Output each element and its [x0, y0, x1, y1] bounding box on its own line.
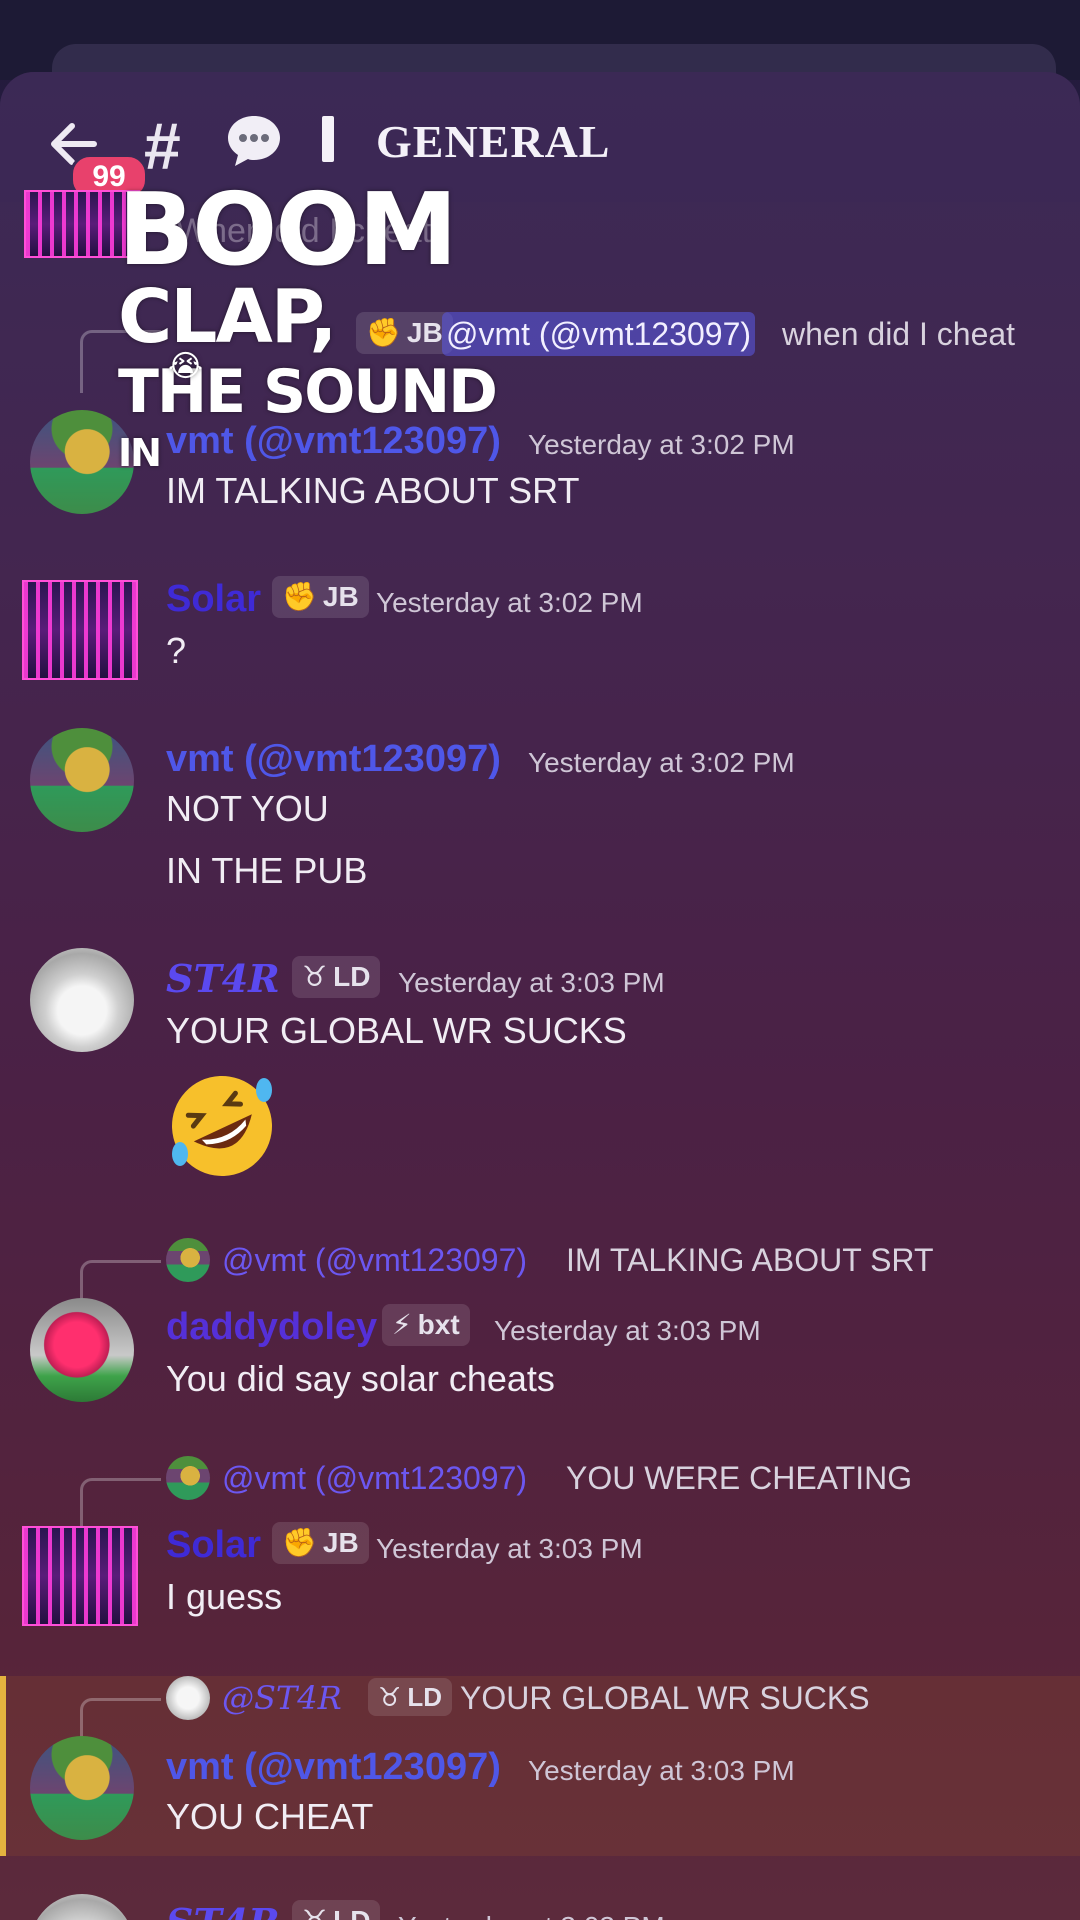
- avatar[interactable]: [30, 728, 134, 832]
- timestamp: Yesterday at 3:03 PM: [398, 967, 665, 998]
- timestamp: Yesterday at 3:03 PM: [494, 1315, 761, 1346]
- rofl-emoji-icon: [172, 1076, 272, 1176]
- reply-text[interactable]: IM TALKING ABOUT SRT: [566, 1238, 934, 1282]
- reply-text[interactable]: YOU WERE CHEATING: [566, 1456, 912, 1500]
- username[interactable]: Solar: [166, 1522, 261, 1568]
- username[interactable]: vmt (@vmt123097): [166, 1744, 501, 1790]
- avatar[interactable]: [30, 948, 134, 1052]
- lyric-line: CLAP,: [118, 274, 337, 360]
- username[interactable]: Solar: [166, 576, 261, 622]
- message-text: YOU CHEAT: [166, 1796, 374, 1837]
- avatar[interactable]: [30, 1894, 134, 1920]
- role-tag: ♉LD: [292, 956, 381, 998]
- goat-icon: ♉: [302, 1900, 327, 1920]
- username[interactable]: vmt (@vmt123097): [166, 736, 501, 782]
- reply-avatar: [166, 1238, 210, 1282]
- role-tag: ⚡ bxt: [382, 1304, 470, 1346]
- reply-username[interactable]: @ST4R: [222, 1676, 342, 1720]
- avatar[interactable]: [22, 1526, 138, 1626]
- message-text: NOT YOU: [166, 788, 329, 829]
- tag-label: JB: [322, 1527, 359, 1558]
- reply-text[interactable]: YOUR GLOBAL WR SUCKS: [460, 1676, 870, 1720]
- crying-emoji-icon: 😭: [168, 349, 203, 384]
- lyric-line: IN: [118, 431, 162, 475]
- goat-icon: ♉: [378, 1682, 402, 1712]
- avatar[interactable]: [30, 1298, 134, 1402]
- lightning-icon: ⚡: [392, 1309, 412, 1340]
- goat-icon: ♉: [302, 961, 328, 992]
- timestamp: Yesterday at 3:03 PM: [376, 1533, 643, 1564]
- reply-avatar: [166, 1456, 210, 1500]
- username[interactable]: daddydoley: [166, 1304, 377, 1350]
- role-tag: ✊ JB: [272, 1522, 369, 1564]
- tag-label: bxt: [417, 1309, 460, 1340]
- timestamp: Yesterday at 3:03 PM: [398, 1904, 665, 1920]
- fist-icon: ✊: [282, 581, 317, 612]
- message-text: IN THE PUB: [166, 850, 368, 891]
- username[interactable]: ST4R: [166, 1900, 280, 1920]
- reply-username[interactable]: @vmt (@vmt123097): [222, 1238, 527, 1282]
- channel-title[interactable]: GENERAL: [376, 112, 610, 172]
- timestamp: Yesterday at 3:03 PM: [528, 1755, 795, 1786]
- tag-label: LD: [333, 961, 371, 992]
- tag-label: JB: [322, 581, 359, 612]
- fist-icon: ✊: [366, 317, 401, 348]
- divider-bar-icon: [322, 116, 334, 162]
- timestamp: Yesterday at 3:02 PM: [528, 747, 795, 778]
- message-text: IM TALKING ABOUT SRT: [166, 470, 580, 511]
- tag-label: LD: [407, 1682, 442, 1712]
- reply-username[interactable]: @vmt (@vmt123097): [222, 1456, 527, 1500]
- message-text: YOUR GLOBAL WR SUCKS: [166, 1010, 627, 1051]
- reply-text[interactable]: when did I cheat: [782, 312, 1015, 356]
- avatar[interactable]: [30, 1736, 134, 1840]
- message-text: You did say solar cheats: [166, 1358, 555, 1399]
- tag-label: LD: [333, 1905, 370, 1920]
- message-text: ?: [166, 630, 187, 671]
- username[interactable]: ST4R: [166, 956, 280, 1002]
- thread-bubble-icon[interactable]: [224, 110, 284, 170]
- lyric-line: BOOM: [118, 171, 458, 288]
- timestamp: Yesterday at 3:02 PM: [376, 587, 643, 618]
- role-tag: ♉LD: [368, 1678, 452, 1716]
- timestamp: Yesterday at 3:02 PM: [528, 429, 795, 460]
- tag-label: JB: [406, 317, 443, 348]
- role-tag: ✊ JB: [356, 312, 453, 354]
- role-tag: ♉ LD: [292, 1900, 381, 1920]
- reply-mention[interactable]: @vmt (@vmt123097): [442, 312, 756, 356]
- role-tag: ✊ JB: [272, 576, 369, 618]
- fist-icon: ✊: [282, 1527, 317, 1558]
- avatar[interactable]: [22, 580, 138, 680]
- reply-avatar: [166, 1676, 210, 1720]
- mention-highlight-bar: [0, 1676, 6, 1856]
- message-text: I guess: [166, 1576, 283, 1617]
